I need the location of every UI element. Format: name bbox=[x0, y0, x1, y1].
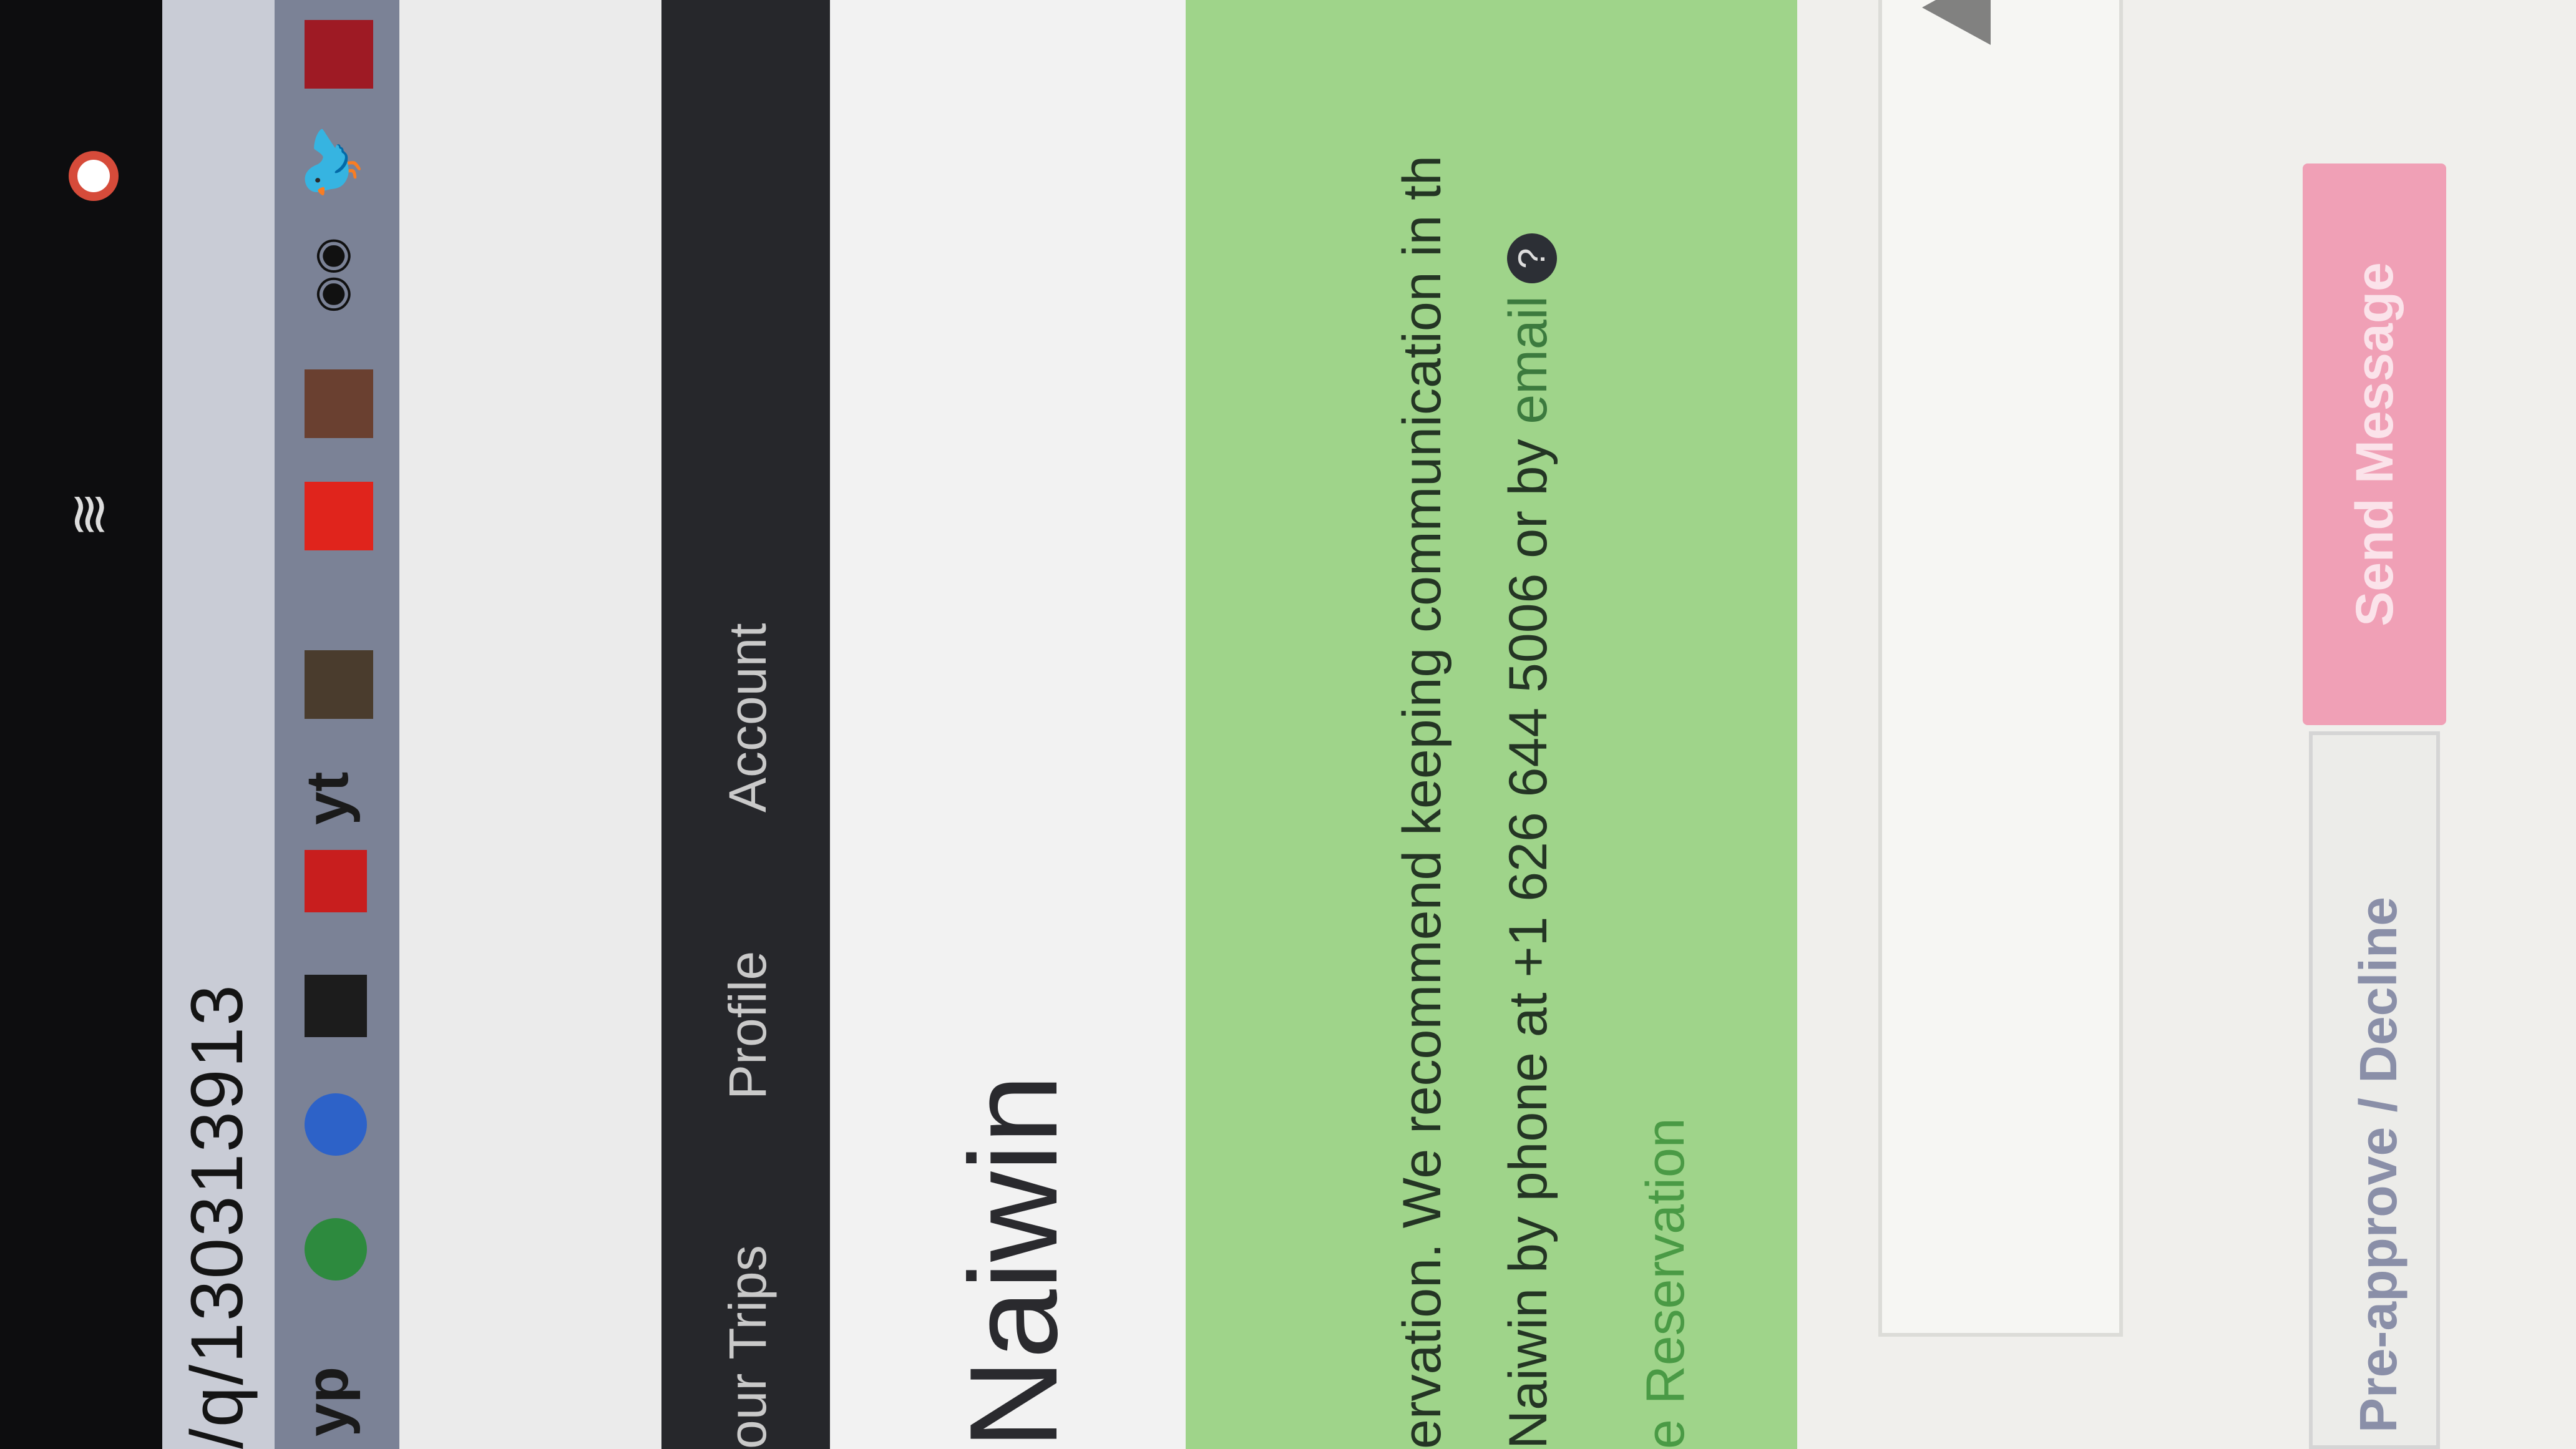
notice-line-2: Naiwin by phone at +1 626 644 5006 or by… bbox=[1498, 233, 1559, 1449]
bookmark-red-icon[interactable] bbox=[305, 482, 373, 550]
bookmark-yt[interactable]: yt bbox=[293, 738, 362, 825]
notice-line-1: ervation. We recommend keeping communica… bbox=[1392, 155, 1452, 1449]
reservation-notice: ervation. We recommend keeping communica… bbox=[1186, 0, 1797, 1449]
email-link[interactable]: email bbox=[1498, 296, 1558, 424]
google-icon[interactable] bbox=[69, 151, 119, 201]
bookmark-app-icon[interactable] bbox=[305, 650, 373, 719]
bookmarks-bar: yp yt ◉◉ 🐦 bbox=[275, 0, 399, 1449]
reservation-link[interactable]: e Reservation bbox=[1635, 1118, 1697, 1449]
bookmark-photo-icon[interactable] bbox=[305, 369, 373, 438]
nav-profile[interactable]: Profile bbox=[718, 951, 778, 1100]
address-bar[interactable]: /q/130313913 bbox=[162, 0, 291, 1449]
bag-icon[interactable] bbox=[305, 20, 373, 89]
nav-account[interactable]: Account bbox=[718, 623, 778, 812]
notice-phone-text: Naiwin by phone at +1 626 644 5006 or by bbox=[1498, 424, 1558, 1449]
system-bar: ≋ bbox=[0, 0, 162, 1449]
send-message-button[interactable]: Send Message bbox=[2303, 163, 2446, 725]
wifi-icon: ≋ bbox=[58, 490, 120, 538]
title-area: Naiwin bbox=[830, 0, 1186, 1449]
whatsapp-icon[interactable] bbox=[305, 1218, 367, 1281]
bookmark-dark-icon[interactable] bbox=[305, 975, 367, 1037]
telegram-icon[interactable] bbox=[305, 1093, 367, 1156]
youtube-icon[interactable] bbox=[305, 850, 367, 912]
nav-your-trips[interactable]: our Trips bbox=[718, 1245, 778, 1449]
twitter-icon[interactable]: 🐦 bbox=[293, 123, 364, 201]
host-name-heading: Naiwin bbox=[944, 1074, 1083, 1449]
bookmark-yp[interactable]: yp bbox=[293, 1367, 362, 1437]
site-nav: our Trips Profile Account bbox=[661, 0, 830, 1449]
message-textarea[interactable] bbox=[1878, 0, 2123, 1337]
preapprove-decline-button[interactable]: Pre-approve / Decline bbox=[2309, 731, 2440, 1449]
screen: ≋ /q/130313913 yp yt ◉◉ 🐦 our Trips Prof… bbox=[0, 0, 2576, 1449]
mouse-cursor-icon bbox=[1922, 0, 1991, 45]
page-header-space bbox=[399, 0, 661, 1449]
help-icon[interactable]: ? bbox=[1507, 233, 1558, 284]
url-text[interactable]: /q/130313913 bbox=[175, 983, 260, 1449]
owl-icon[interactable]: ◉◉ bbox=[305, 237, 373, 313]
message-area: Pre-approve / Decline Send Message bbox=[1797, 0, 2576, 1449]
